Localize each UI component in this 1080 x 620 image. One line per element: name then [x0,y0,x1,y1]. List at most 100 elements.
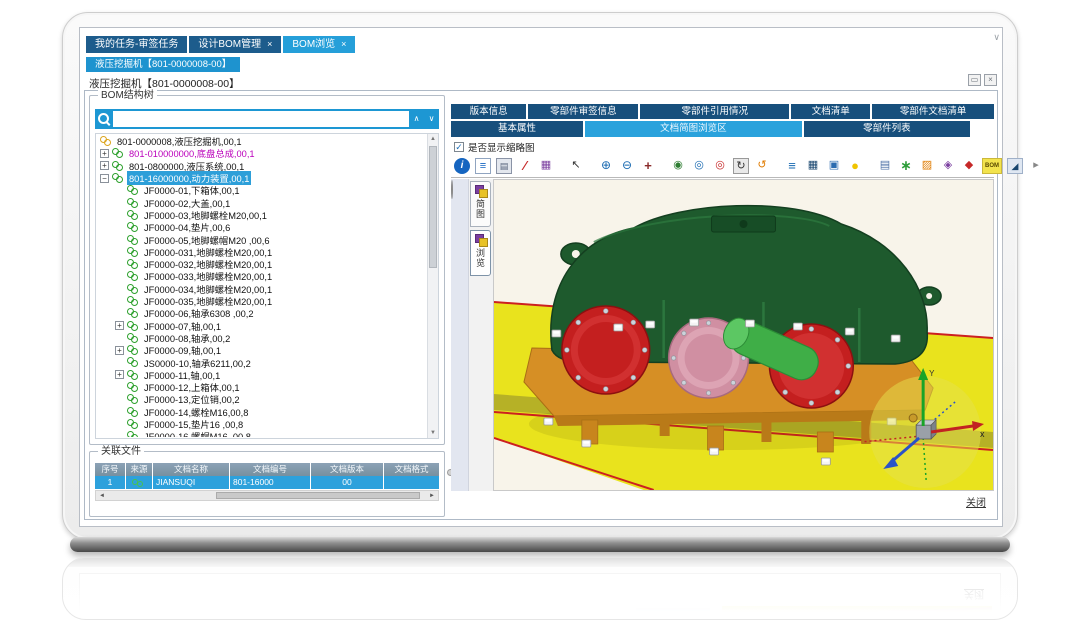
main-tab[interactable]: BOM浏览 × [283,36,355,53]
expand-toggle[interactable]: − [100,174,109,183]
zoom-out-icon[interactable]: ⊖ [619,158,635,174]
bom-icon[interactable]: BOM [982,158,1002,174]
free-rotate-icon[interactable]: ↺ [754,158,770,174]
tree-item[interactable]: JF0000-033,地脚螺栓M20,00,1 [97,270,426,282]
rotate-icon[interactable]: ↻ [733,158,749,174]
select-cursor-icon[interactable]: ↖ [568,158,584,174]
detail-tab[interactable]: 文档清单 [791,104,870,119]
scroll-thumb[interactable] [429,146,437,268]
table-h-scrollbar[interactable]: ◄ ► [95,490,439,501]
search-next-button[interactable]: ∨ [424,111,439,127]
tree-item[interactable]: JF0000-02,大盖,00,1 [97,196,426,208]
solid-icon[interactable]: ◆ [961,158,977,174]
search-input[interactable] [113,111,409,127]
tree-item[interactable]: JF0000-01,下箱体,00,1 [97,184,426,196]
tree-item[interactable]: JF0000-031,地脚螺栓M20,00,1 [97,246,426,258]
axis-y-label: Y [929,369,935,378]
image-view-icon[interactable]: ▣ [826,158,842,174]
main-tab-bar: 我的任务-审签任务 设计BOM管理 × BOM浏览 × [86,35,996,53]
chevron-down-icon[interactable]: ∨ [993,32,1000,43]
tree-item[interactable]: JF0000-05,地脚螺帽M20 ,00,6 [97,233,426,245]
main-tab[interactable]: 设计BOM管理 × [189,36,281,53]
expand-toggle[interactable]: + [115,346,124,355]
tree-scrollbar[interactable]: ▲ ▼ [427,134,438,438]
tree-item[interactable]: JF0000-06,轴承6308 ,00,2 [97,307,426,319]
more-icon[interactable]: ▸ [1028,158,1044,174]
views-icon[interactable]: ▤ [877,158,893,174]
tab-close-icon[interactable]: × [341,40,346,49]
zoom-area-icon[interactable]: ◉ [670,158,686,174]
viewer-side-tab[interactable]: 简图 [470,181,491,227]
annotate-icon[interactable]: ∕ [517,158,533,174]
model-tree-icon[interactable]: ≡ [784,158,800,174]
scroll-up-icon[interactable]: ▲ [428,134,438,144]
tree-item[interactable]: JF0000-03,地脚螺栓M20,00,1 [97,209,426,221]
document-tab[interactable]: 液压挖掘机【801-0000008-00】 [86,57,240,72]
expand-toggle[interactable]: + [100,161,109,170]
viewer-side-tab[interactable]: 浏览 [470,230,491,276]
tree-item[interactable]: JF0000-032,地脚螺栓M20,00,1 [97,258,426,270]
scroll-thumb[interactable] [216,492,420,499]
table-row[interactable]: 1 JIANSUQI 801-16000 00 [95,476,439,489]
scroll-down-icon[interactable]: ▼ [428,428,438,438]
detail-tab[interactable]: 零部件引用情况 [640,104,789,119]
tree-item[interactable]: JF0000-035,地脚螺栓M20,00,1 [97,295,426,307]
expand-toggle[interactable]: + [115,370,124,379]
expand-toggle[interactable]: + [115,321,124,330]
tree-item[interactable]: JF0000-12,上箱体,00,1 [97,381,426,393]
capture-icon[interactable]: ◢ [1007,158,1023,174]
scroll-left-icon[interactable]: ◄ [96,493,108,499]
tree-item[interactable]: 801-0000008,液压挖掘机,00,1 [97,135,426,147]
zoom-in-icon[interactable]: ⊕ [598,158,614,174]
light-icon[interactable]: ● [847,158,863,174]
components-icon[interactable]: ∗ [898,158,914,174]
tab-close-icon[interactable]: × [267,40,272,49]
table-cell: 801-16000 [230,476,310,489]
snapshot-icon[interactable]: ▦ [538,158,554,174]
detail-tab[interactable]: 零部件审签信息 [528,104,638,119]
detail-tab[interactable]: 零部件列表 [804,121,970,137]
tree-item[interactable]: − 801-16000000,动力装置,00,1 [97,172,426,184]
fit-window-icon[interactable]: + [640,158,656,174]
rotate-center-icon[interactable]: ◎ [712,158,728,174]
info-icon[interactable]: i [454,158,470,174]
zoom-dynamic-icon[interactable]: ◎ [691,158,707,174]
tree-item[interactable]: JF0000-08,轴承,00,2 [97,332,426,344]
print-icon[interactable]: ▤ [496,158,512,174]
3d-viewport[interactable]: x Y [493,179,994,491]
close-button[interactable]: × [984,74,997,86]
tree-item[interactable]: JF0000-04,垫片,00,6 [97,221,426,233]
doc-preview-icon[interactable]: ≡ [475,158,491,174]
tree-item[interactable]: JF0000-13,定位销,00,2 [97,393,426,405]
orbit-icon[interactable]: ◈ [940,158,956,174]
tree-item[interactable]: JF0000-16,螺帽M16 ,00,8 [97,430,426,437]
tree-item[interactable]: + 801-010000000,底盘总成,00,1 [97,147,426,159]
tree-item[interactable]: JF0000-034,地脚螺栓M20,00,1 [97,283,426,295]
close-link[interactable]: 关闭 [966,494,986,509]
detail-tab[interactable]: 基本属性 [451,121,583,137]
scroll-right-icon[interactable]: ► [426,493,438,499]
tree-item[interactable]: + 801-0800000,液压系统,00,1 [97,160,426,172]
search-prev-button[interactable]: ∧ [409,111,424,127]
detail-tab[interactable]: 文档简图浏览区 [585,121,802,137]
tree-search-bar: ∧ ∨ [95,109,439,129]
tree-item[interactable]: JS0000-10,轴承6211,00,2 [97,356,426,368]
markup-icon[interactable]: ▨ [919,158,935,174]
detail-tab[interactable]: 版本信息 [451,104,526,119]
tree-item-label: JF0000-16,螺帽M16 ,00,8 [142,429,253,437]
grid-icon[interactable]: ▦ [805,158,821,174]
tree-item[interactable]: + JF0000-11,轴,00,1 [97,369,426,381]
table-cell: 1 [95,476,125,489]
tree-item[interactable]: + JF0000-07,轴,00,1 [97,319,426,331]
expand-toggle[interactable]: + [100,149,109,158]
tree-item[interactable]: JF0000-15,垫片16 ,00,8 [97,418,426,430]
maximize-button[interactable]: ▭ [968,74,981,86]
main-tab[interactable]: 我的任务-审签任务 [86,36,187,53]
detail-tab[interactable]: 零部件文档清单 [872,104,994,119]
view-mode-icon[interactable] [451,180,453,199]
tab-label: BOM浏览 [292,36,335,53]
thumbnail-checkbox[interactable]: ✓ [454,142,464,152]
tree-item[interactable]: JF0000-14,螺栓M16,00,8 [97,406,426,418]
tree-item[interactable]: + JF0000-09,轴,00,1 [97,344,426,356]
column-header: 文档编号 [230,463,310,476]
